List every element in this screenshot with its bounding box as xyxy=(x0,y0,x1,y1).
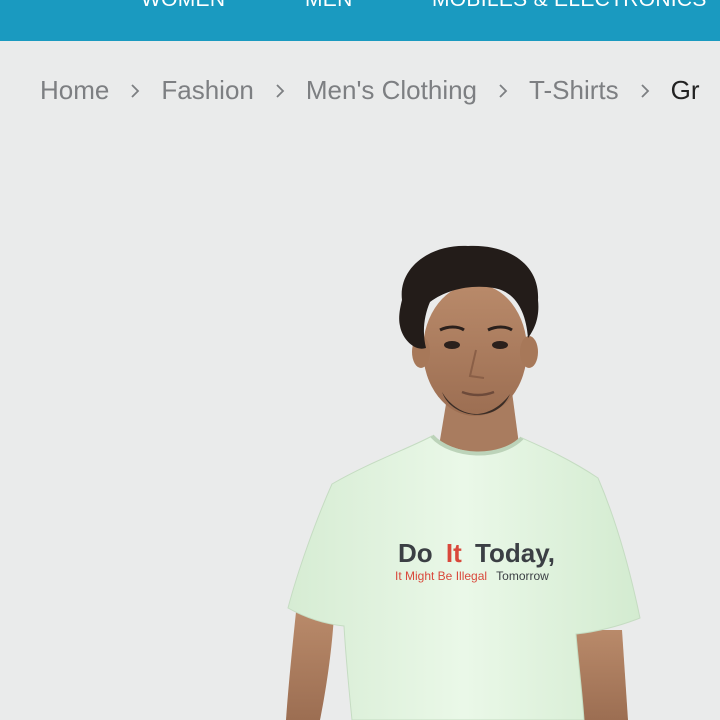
nav-item-men[interactable]: MEN xyxy=(305,0,353,12)
chevron-right-icon xyxy=(619,72,671,108)
breadcrumb: Home Fashion Men's Clothing T-Shirts Gr xyxy=(40,72,700,108)
shirt-print: Do It Today, It Might Be Illegal Tomorro… xyxy=(395,538,555,583)
product-image[interactable]: Do It Today, It Might Be Illegal Tomorro… xyxy=(0,130,720,720)
chevron-right-icon xyxy=(477,72,529,108)
shirt-text-do: Do xyxy=(398,538,433,568)
shirt-text-tomorrow: Tomorrow xyxy=(496,569,549,583)
top-navigation-bar: WOMEN MEN MOBILES & ELECTRONICS xyxy=(0,0,720,41)
shirt-text-today: Today, xyxy=(475,538,555,568)
breadcrumb-fashion[interactable]: Fashion xyxy=(161,75,254,106)
shirt-text-it: It xyxy=(446,538,462,568)
nav-item-women[interactable]: WOMEN xyxy=(141,0,225,12)
model-left-arm xyxy=(286,612,334,720)
breadcrumb-mens-clothing[interactable]: Men's Clothing xyxy=(306,75,477,106)
breadcrumb-current-product: Gr xyxy=(670,74,700,105)
chevron-right-icon xyxy=(109,72,161,108)
svg-text:Do It Today,: Do It Today, xyxy=(398,538,555,568)
shirt-text-illegal: It Might Be Illegal xyxy=(395,569,487,583)
breadcrumb-home[interactable]: Home xyxy=(40,75,109,106)
breadcrumb-t-shirts[interactable]: T-Shirts xyxy=(529,75,619,106)
nav-item-mobiles-electronics[interactable]: MOBILES & ELECTRONICS xyxy=(432,0,707,12)
chevron-right-icon xyxy=(254,72,306,108)
svg-text:It Might Be Illegal Tomo: It Might Be Illegal Tomorrow xyxy=(395,569,549,583)
